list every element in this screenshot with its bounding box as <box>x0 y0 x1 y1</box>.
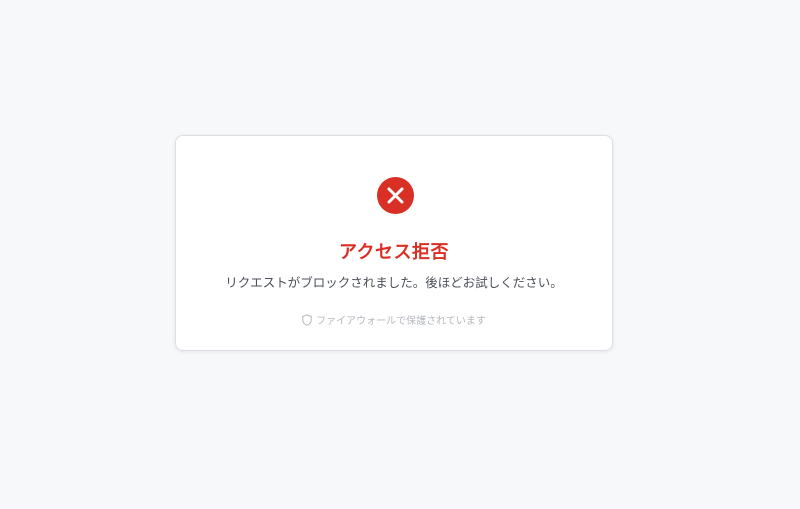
error-x-circle-icon <box>377 177 414 214</box>
shield-icon <box>302 313 312 326</box>
page-background: アクセス拒否 リクエストがブロックされました。後ほどお試しください。 ファイアウ… <box>0 0 800 509</box>
firewall-notice: ファイアウォールで保護されています <box>176 312 612 327</box>
error-message: リクエストがブロックされました。後ほどお試しください。 <box>225 275 563 290</box>
firewall-notice-text: ファイアウォールで保護されています <box>316 316 486 327</box>
access-denied-card: アクセス拒否 リクエストがブロックされました。後ほどお試しください。 ファイアウ… <box>175 135 613 351</box>
error-circle-graphic <box>377 177 414 214</box>
page-title: アクセス拒否 <box>338 242 450 263</box>
